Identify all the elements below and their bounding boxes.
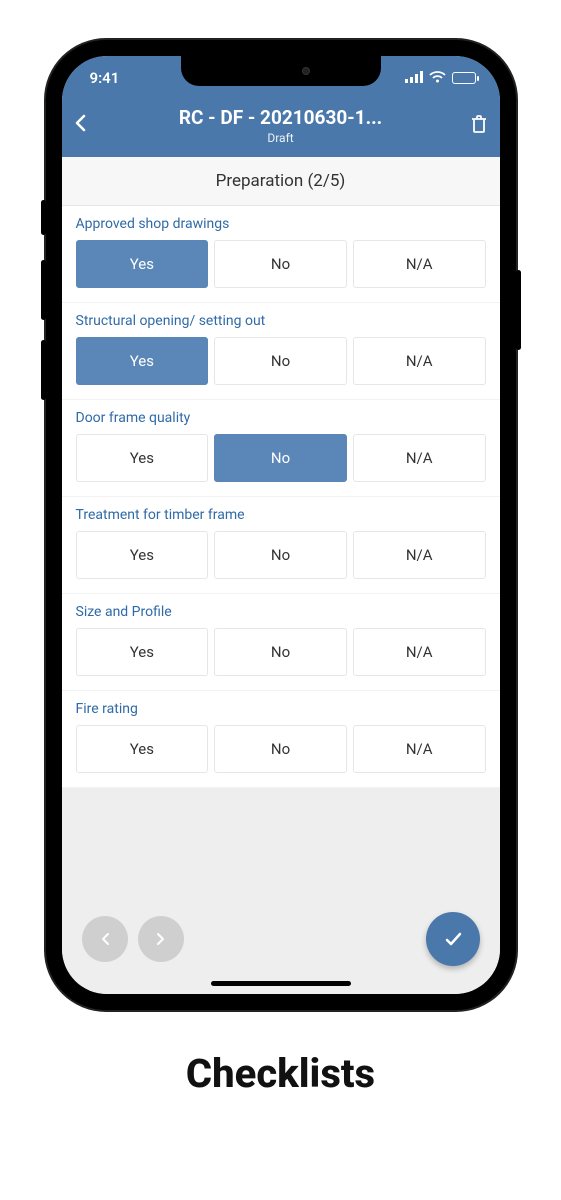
prev-page-button[interactable] bbox=[82, 916, 128, 962]
checklist-item: Approved shop drawings YesNoN/A bbox=[62, 206, 500, 303]
footer-buttons bbox=[62, 912, 500, 966]
item-label: Structural opening/ setting out bbox=[76, 313, 486, 329]
home-indicator bbox=[211, 981, 351, 986]
option-no[interactable]: No bbox=[214, 628, 347, 676]
app-header: RC - DF - 20210630-1... Draft bbox=[62, 100, 500, 157]
option-yes[interactable]: Yes bbox=[76, 628, 209, 676]
item-label: Door frame quality bbox=[76, 410, 486, 426]
option-group: YesNoN/A bbox=[76, 337, 486, 385]
option-yes[interactable]: Yes bbox=[76, 434, 209, 482]
volume-down bbox=[41, 340, 46, 400]
header-title-wrap: RC - DF - 20210630-1... Draft bbox=[104, 106, 458, 145]
checklist-item: Fire rating YesNoN/A bbox=[62, 691, 500, 788]
mute-switch bbox=[41, 200, 46, 235]
checklist-items: Approved shop drawingsYesNoN/AStructural… bbox=[62, 206, 500, 788]
item-label: Approved shop drawings bbox=[76, 216, 486, 232]
notch bbox=[181, 56, 381, 86]
option-na[interactable]: N/A bbox=[353, 531, 486, 579]
power-button bbox=[516, 270, 521, 350]
option-no[interactable]: No bbox=[214, 434, 347, 482]
screen: 9:41 RC - DF - 20210630-1... Draft bbox=[62, 56, 500, 994]
phone-frame: 9:41 RC - DF - 20210630-1... Draft bbox=[46, 40, 516, 1010]
volume-up bbox=[41, 260, 46, 320]
page-subtitle: Draft bbox=[104, 131, 458, 145]
option-yes[interactable]: Yes bbox=[76, 240, 209, 288]
back-button[interactable] bbox=[74, 113, 104, 138]
option-no[interactable]: No bbox=[214, 240, 347, 288]
option-group: YesNoN/A bbox=[76, 725, 486, 773]
checklist-item: Structural opening/ setting out YesNoN/A bbox=[62, 303, 500, 400]
option-no[interactable]: No bbox=[214, 337, 347, 385]
trash-icon bbox=[470, 114, 488, 134]
option-na[interactable]: N/A bbox=[353, 434, 486, 482]
option-group: YesNoN/A bbox=[76, 240, 486, 288]
item-label: Fire rating bbox=[76, 701, 486, 717]
checklist-item: Door frame quality YesNoN/A bbox=[62, 400, 500, 497]
option-yes[interactable]: Yes bbox=[76, 531, 209, 579]
wifi-icon bbox=[429, 69, 446, 87]
chevron-left-icon bbox=[74, 114, 86, 132]
caption: Checklists bbox=[186, 1050, 375, 1097]
option-group: YesNoN/A bbox=[76, 531, 486, 579]
confirm-button[interactable] bbox=[426, 912, 480, 966]
option-na[interactable]: N/A bbox=[353, 337, 486, 385]
option-no[interactable]: No bbox=[214, 531, 347, 579]
option-na[interactable]: N/A bbox=[353, 628, 486, 676]
option-na[interactable]: N/A bbox=[353, 725, 486, 773]
option-na[interactable]: N/A bbox=[353, 240, 486, 288]
option-no[interactable]: No bbox=[214, 725, 347, 773]
option-group: YesNoN/A bbox=[76, 628, 486, 676]
option-yes[interactable]: Yes bbox=[76, 725, 209, 773]
status-icons bbox=[405, 69, 476, 87]
item-label: Treatment for timber frame bbox=[76, 507, 486, 523]
checklist-item: Treatment for timber frame YesNoN/A bbox=[62, 497, 500, 594]
battery-icon bbox=[452, 72, 476, 84]
delete-button[interactable] bbox=[458, 114, 488, 138]
signal-icon bbox=[405, 69, 423, 87]
section-header: Preparation (2/5) bbox=[62, 157, 500, 206]
next-page-button[interactable] bbox=[138, 916, 184, 962]
page-title: RC - DF - 20210630-1... bbox=[104, 106, 458, 129]
option-group: YesNoN/A bbox=[76, 434, 486, 482]
check-icon bbox=[442, 928, 464, 950]
item-label: Size and Profile bbox=[76, 604, 486, 620]
chevron-left-icon bbox=[100, 932, 110, 946]
status-time: 9:41 bbox=[90, 69, 120, 87]
footer-area bbox=[62, 788, 500, 994]
option-yes[interactable]: Yes bbox=[76, 337, 209, 385]
checklist-item: Size and Profile YesNoN/A bbox=[62, 594, 500, 691]
chevron-right-icon bbox=[156, 932, 166, 946]
